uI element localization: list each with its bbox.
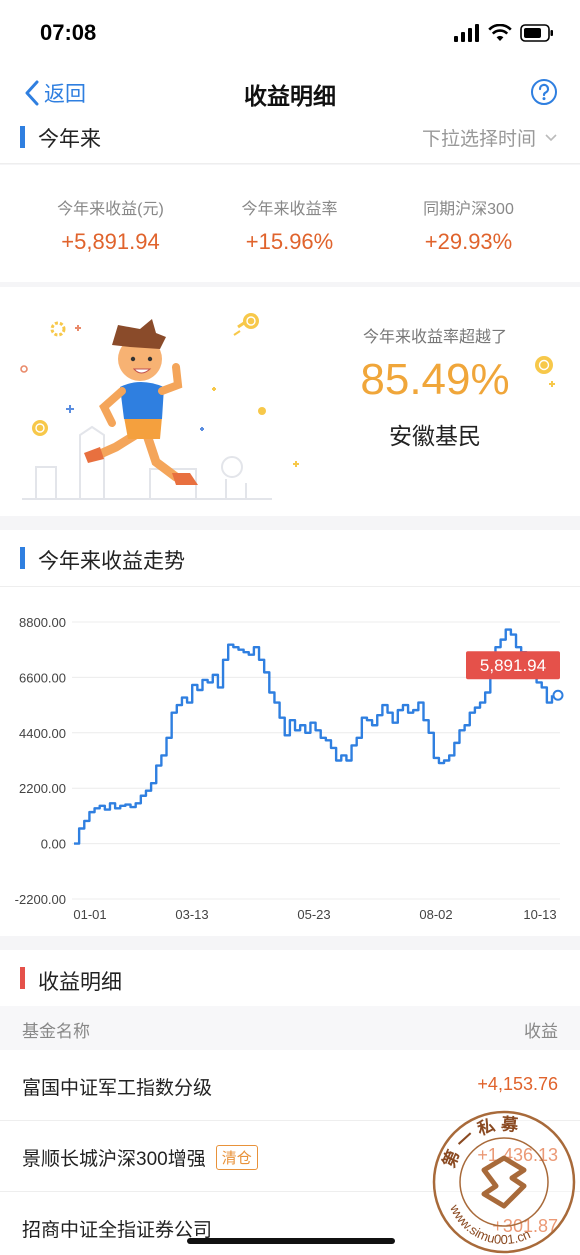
wifi-icon [488,24,512,41]
section-marker [20,126,25,148]
chevron-down-icon [545,133,557,141]
stat-value: +29.93% [424,229,513,254]
detail-title: 收益明细 [38,971,122,994]
trend-section: 今年来收益走势 8800.00 6600.00 4400.00 2200.00 0.00… [0,530,580,936]
x-tick-label: 10-13 [523,907,556,922]
status-time: 07:08 [40,20,97,45]
table-header: 基金名称 收益 [0,1006,580,1050]
status-icons [454,24,554,42]
fund-name: 富国中证军工指数分级 [22,1073,212,1100]
y-tick-label: -2200.00 [15,892,66,907]
stat-ytd-gain: 今年来收益(元) +5,891.94 [14,195,207,255]
home-indicator [187,1238,395,1244]
detail-section: 收益明细 [0,950,580,1006]
fund-gain: +4,153.76 [477,1074,558,1094]
battery-icon [520,24,553,42]
stat-value: +5,891.94 [61,229,160,254]
y-tick-label: 2200.00 [19,781,66,796]
column-fund-name: 基金名称 [22,1022,90,1041]
fund-name-text: 招商中证全指证券公司 [22,1220,213,1241]
period-title: 今年来 [38,128,101,151]
x-tick-label: 08-02 [419,907,452,922]
y-tick-label: 8800.00 [19,615,66,630]
y-tick-label: 6600.00 [19,670,66,685]
series-end-point [552,689,564,701]
page-title: 收益明细 [244,83,336,109]
help-icon[interactable] [530,78,558,106]
stat-label: 同期沪深300 [423,201,514,218]
signal-icon [454,24,479,42]
stats-section: 今年来收益(元) +5,891.94 今年来收益率 +15.96% 同期沪深30… [0,165,580,282]
period-section: 今年来 下拉选择时间 [0,112,580,164]
ranking-caption: 今年来收益率超越了 [362,329,507,346]
fund-name-text: 景顺长城沪深300增强 [22,1149,206,1170]
ranking-percent: 85.49% [360,355,510,404]
stat-label: 今年来收益(元) [57,201,164,218]
time-picker-label: 下拉选择时间 [421,129,536,150]
ranking-region: 安徽基民 [389,423,481,449]
column-gain: 收益 [524,1022,558,1041]
fund-name: 景顺长城沪深300增强 清仓 [22,1144,258,1171]
stat-hs300: 同期沪深300 +29.93% [372,195,565,255]
time-picker[interactable]: 下拉选择时间 [422,124,558,151]
x-tick-label: 05-23 [297,907,330,922]
x-tick-label: 01-01 [73,907,106,922]
status-bar: 07:08 [0,0,580,66]
fund-name: 招商中证全指证券公司 [22,1215,212,1242]
stat-value: +15.96% [245,229,334,254]
current-value-label: 5,891.94 [480,656,546,675]
fund-name-text: 富国中证军工指数分级 [22,1078,213,1099]
trend-chart[interactable]: 8800.00 6600.00 4400.00 2200.00 0.00 -2200.00… [0,530,580,936]
watermark-seal: 第 一 私 募 www.simu001.cn [432,1110,576,1254]
ranking-card: 今年来收益率超越了 85.49% 安徽基民 [0,287,580,516]
y-tick-label: 4400.00 [19,726,66,741]
runner-illustration [20,313,299,500]
section-marker [20,967,25,989]
y-tick-label: 0.00 [41,837,66,852]
stat-label: 今年来收益率 [241,201,338,218]
coin-icon [535,356,555,387]
x-tick-label: 03-13 [175,907,208,922]
cleared-badge: 清仓 [215,1145,258,1170]
stat-ytd-rate: 今年来收益率 +15.96% [193,195,386,255]
